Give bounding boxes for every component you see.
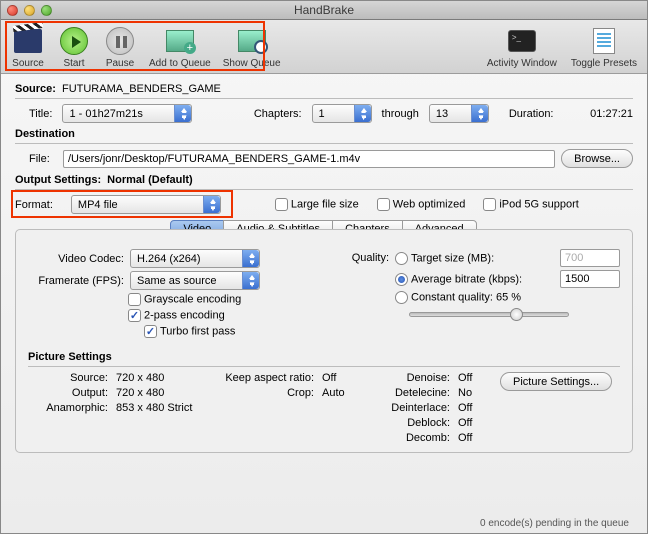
picture-settings-button[interactable]: Picture Settings... <box>500 372 612 391</box>
turbo-label: Turbo first pass <box>160 325 235 337</box>
avg-bitrate-radio[interactable]: Average bitrate (kbps): <box>395 273 522 286</box>
codec-value: H.264 (x264) <box>137 253 201 265</box>
source-name: FUTURAMA_BENDERS_GAME <box>62 83 221 95</box>
pic-src-label: Source: <box>28 372 108 384</box>
turbo-checkbox[interactable]: Turbo first pass <box>144 325 235 338</box>
chapters-label: Chapters: <box>254 108 302 120</box>
preset-name: Normal (Default) <box>107 174 193 186</box>
title-select[interactable]: 1 - 01h27m21s▲▼ <box>62 104 192 123</box>
destination-label: Destination <box>15 128 633 140</box>
clapperboard-icon <box>14 29 42 53</box>
add-queue-button[interactable]: Add to Queue <box>149 26 211 69</box>
format-value: MP4 file <box>78 199 118 211</box>
grayscale-label: Grayscale encoding <box>144 293 241 305</box>
pic-out-label: Output: <box>28 387 108 399</box>
deint-label: Deinterlace: <box>370 402 450 414</box>
fps-select[interactable]: Same as source▲▼ <box>130 271 260 290</box>
ipod-support-checkbox[interactable]: iPod 5G support <box>483 198 579 211</box>
toolbar-label: Source <box>12 58 44 69</box>
add-queue-icon <box>166 30 194 52</box>
browse-button[interactable]: Browse... <box>561 149 633 168</box>
output-settings-label: Output Settings: <box>15 174 101 186</box>
terminal-icon <box>508 30 536 52</box>
window-title: HandBrake <box>1 3 647 17</box>
deblk-label: Deblock: <box>370 417 450 429</box>
toolbar-label: Start <box>63 58 84 69</box>
decmb-label: Decomb: <box>370 432 450 444</box>
source-label: Source: <box>15 83 56 95</box>
keep-val: Off <box>322 372 362 384</box>
toggle-presets-button[interactable]: Toggle Presets <box>571 26 637 69</box>
format-select[interactable]: MP4 file▲▼ <box>71 195 221 214</box>
deint-val: Off <box>458 402 488 414</box>
pic-src-val: 720 x 480 <box>116 372 206 384</box>
twopass-checkbox[interactable]: 2-pass encoding <box>128 309 225 322</box>
twopass-label: 2-pass encoding <box>144 309 225 321</box>
ch-from: 1 <box>319 108 325 120</box>
format-label: Format: <box>15 199 53 211</box>
title-label: Title: <box>29 108 52 120</box>
toolbar-label: Show Queue <box>223 58 281 69</box>
titlebar: HandBrake <box>1 1 647 20</box>
duration-value: 01:27:21 <box>590 108 633 120</box>
duration-label: Duration: <box>509 108 554 120</box>
web-optimized-checkbox[interactable]: Web optimized <box>377 198 466 211</box>
activity-window-button[interactable]: Activity Window <box>487 26 557 69</box>
fps-label: Framerate (FPS): <box>28 275 124 287</box>
file-path-input[interactable] <box>63 150 555 168</box>
large-file-checkbox[interactable]: Large file size <box>275 198 359 211</box>
pause-button[interactable]: Pause <box>103 26 137 69</box>
avg-label: Average bitrate (kbps): <box>411 273 522 285</box>
target-size-radio[interactable]: Target size (MB): <box>395 252 494 265</box>
toolbar-label: Add to Queue <box>149 58 211 69</box>
play-icon <box>60 27 88 55</box>
target-label: Target size (MB): <box>411 252 494 264</box>
codec-label: Video Codec: <box>28 253 124 265</box>
picture-settings-title: Picture Settings <box>28 351 620 363</box>
file-label: File: <box>29 153 57 165</box>
decmb-val: Off <box>458 432 488 444</box>
detel-val: No <box>458 387 488 399</box>
toolbar-label: Toggle Presets <box>571 58 637 69</box>
const-label: Constant quality: 65 % <box>411 291 521 303</box>
detel-label: Detelecine: <box>370 387 450 399</box>
show-queue-button[interactable]: Show Queue <box>223 26 281 69</box>
keep-label: Keep aspect ratio: <box>214 372 314 384</box>
status-bar: 0 encode(s) pending in the queue <box>480 518 629 529</box>
target-size-input <box>560 249 620 267</box>
show-queue-icon <box>238 30 266 52</box>
ipod-support-label: iPod 5G support <box>499 198 579 210</box>
toolbar-label: Activity Window <box>487 58 557 69</box>
ana-label: Anamorphic: <box>28 402 108 414</box>
crop-label: Crop: <box>214 387 314 399</box>
toolbar: Source Start Pause Add to Queue Show Que… <box>1 20 647 74</box>
ana-val: 853 x 480 Strict <box>116 402 206 414</box>
denoise-label: Denoise: <box>370 372 450 384</box>
grayscale-checkbox[interactable]: Grayscale encoding <box>128 293 241 306</box>
const-quality-radio[interactable]: Constant quality: 65 % <box>395 291 521 304</box>
toolbar-label: Pause <box>106 58 134 69</box>
quality-label: Quality: <box>339 252 389 264</box>
ch-to: 13 <box>436 108 448 120</box>
quality-slider[interactable] <box>409 312 569 317</box>
deblk-val: Off <box>458 417 488 429</box>
codec-select[interactable]: H.264 (x264)▲▼ <box>130 249 260 268</box>
video-panel: Video Codec: H.264 (x264)▲▼ Framerate (F… <box>15 229 633 453</box>
fps-value: Same as source <box>137 275 216 287</box>
chapter-to-select[interactable]: 13▲▼ <box>429 104 489 123</box>
title-value: 1 - 01h27m21s <box>69 108 142 120</box>
pic-out-val: 720 x 480 <box>116 387 206 399</box>
web-optimized-label: Web optimized <box>393 198 466 210</box>
through-label: through <box>382 108 419 120</box>
pause-icon <box>106 27 134 55</box>
start-button[interactable]: Start <box>57 26 91 69</box>
crop-val: Auto <box>322 387 362 399</box>
large-file-label: Large file size <box>291 198 359 210</box>
chapter-from-select[interactable]: 1▲▼ <box>312 104 372 123</box>
denoise-val: Off <box>458 372 488 384</box>
source-button[interactable]: Source <box>11 26 45 69</box>
presets-icon <box>593 28 615 54</box>
avg-bitrate-input[interactable] <box>560 270 620 288</box>
